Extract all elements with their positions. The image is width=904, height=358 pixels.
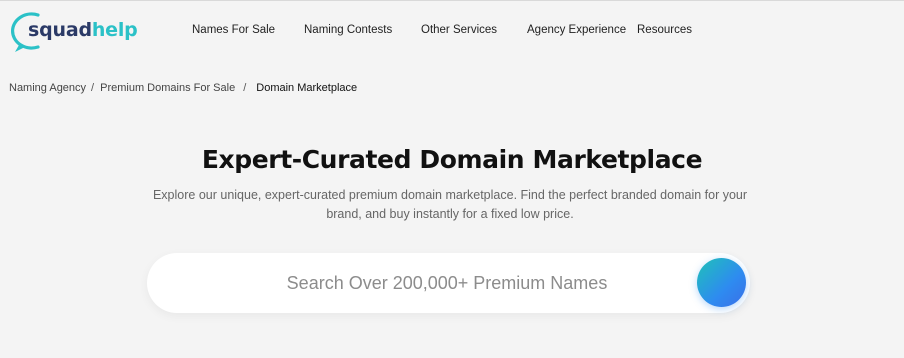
squadhelp-logo[interactable]: squadhelp [8,9,138,53]
nav-resources[interactable]: Resources [637,23,692,37]
site-header: squadhelp Names For Sale Naming Contests… [0,1,904,61]
page-subtitle: Explore our unique, expert-curated premi… [150,186,750,224]
breadcrumb-current-page: Domain Marketplace [256,82,358,94]
logo-text-squad: squad [28,19,92,41]
breadcrumb-separator: / [91,82,95,94]
nav-naming-contests[interactable]: Naming Contests [304,23,392,37]
search-button[interactable] [697,258,746,307]
breadcrumb-naming-agency[interactable]: Naming Agency [9,81,86,95]
nav-agency-experience[interactable]: Agency Experience [527,23,626,37]
page-title: Expert-Curated Domain Marketplace [201,145,703,174]
page-subtitle-line-1: Explore our unique, expert-curated premi… [152,188,748,202]
search-bar [147,253,750,313]
breadcrumb: Naming Agency / Premium Domains For Sale / D… [9,81,357,95]
breadcrumb-separator: / [243,82,247,94]
nav-names-for-sale[interactable]: Names For Sale [192,23,275,37]
nav-other-services[interactable]: Other Services [421,23,497,37]
logo-text-help: help [91,19,138,41]
search-input[interactable] [167,265,727,301]
logo-wordmark: squadhelp [28,20,138,40]
breadcrumb-premium-domains[interactable]: Premium Domains For Sale [100,81,235,95]
page-subtitle-line-2: brand, and buy instantly for a fixed low… [326,207,574,221]
